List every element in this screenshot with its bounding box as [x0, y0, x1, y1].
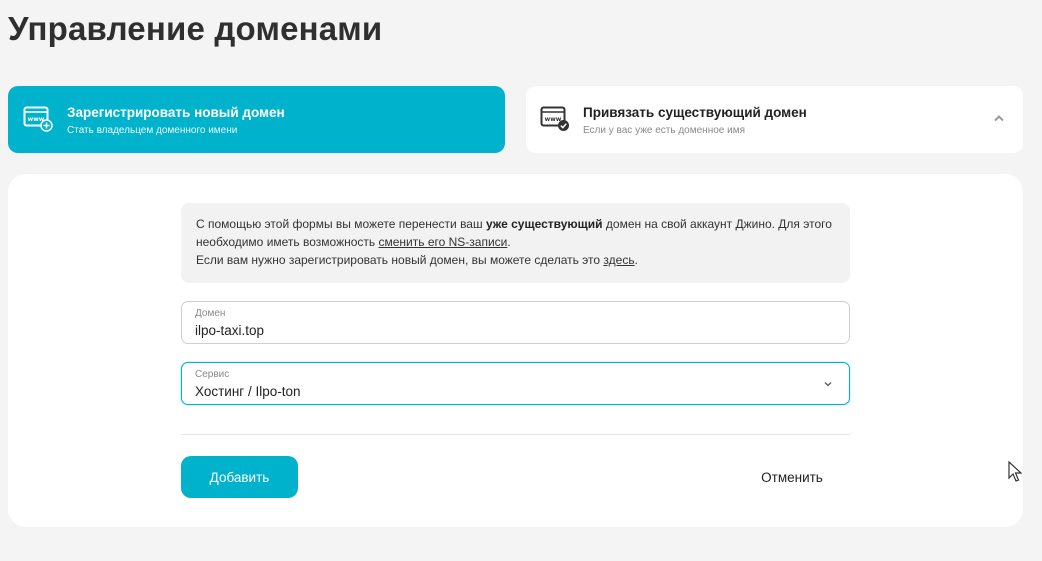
register-option-subtitle: Стать владельцем доменного имени: [67, 125, 238, 136]
www-check-icon: www: [540, 106, 569, 131]
divider: [181, 434, 850, 435]
register-option-title: Зарегистрировать новый домен: [67, 105, 285, 120]
bind-existing-domain-option[interactable]: www Привязать существующий домен Если у …: [526, 86, 1023, 153]
service-selected-value: Хостинг / Ilpo-ton: [195, 384, 301, 399]
domain-input[interactable]: [195, 322, 815, 339]
bind-option-title: Привязать существующий домен: [583, 105, 807, 120]
info-text: Если вам нужно зарегистрировать новый до…: [196, 253, 604, 267]
domain-field[interactable]: Домен: [181, 301, 850, 344]
add-button[interactable]: Добавить: [181, 456, 298, 498]
svg-text:www: www: [545, 116, 562, 123]
www-plus-icon: www: [23, 106, 53, 132]
info-text: С помощью этой формы вы можете перенести…: [196, 217, 486, 231]
info-box: С помощью этой формы вы можете перенести…: [181, 203, 850, 283]
info-bold-text: уже существующий: [485, 217, 603, 231]
mouse-cursor-icon: [1008, 461, 1022, 482]
register-here-link[interactable]: здесь: [603, 253, 634, 267]
cancel-button[interactable]: Отменить: [748, 456, 836, 498]
page-title: Управление доменами: [8, 10, 383, 47]
chevron-up-icon[interactable]: [993, 112, 1005, 124]
domain-field-label: Домен: [195, 308, 226, 319]
chevron-down-icon[interactable]: [823, 379, 833, 389]
transfer-domain-form: С помощью этой формы вы можете перенести…: [8, 174, 1023, 527]
register-new-domain-option[interactable]: www Зарегистрировать новый домен Стать в…: [8, 86, 505, 153]
info-text: .: [634, 253, 638, 267]
service-select[interactable]: Сервис Хостинг / Ilpo-ton: [181, 362, 850, 405]
service-field-label: Сервис: [195, 369, 230, 380]
info-text: .: [507, 235, 511, 249]
bind-option-subtitle: Если у вас уже есть доменное имя: [583, 125, 746, 136]
change-ns-records-link[interactable]: сменить его NS-записи: [378, 235, 507, 249]
